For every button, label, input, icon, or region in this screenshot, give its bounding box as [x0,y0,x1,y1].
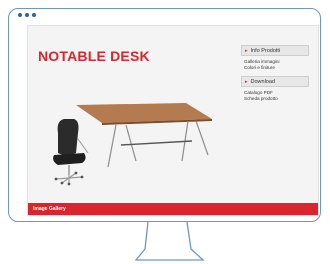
chair-seat [53,153,86,165]
chair-arm [77,138,89,154]
chair-caster [67,182,71,186]
sidebar-section-info: ▸ Info Prodotti Galleria immagini Colori … [241,45,309,71]
gallery-thumbnail[interactable] [68,217,72,220]
gallery-thumbnail[interactable] [77,217,81,220]
stand-neck [134,221,205,261]
chair-caster [74,171,78,175]
page-title: NOTABLE DESK [38,48,150,64]
window-close-dot[interactable] [18,13,22,17]
window-maximize-dot[interactable] [32,13,36,17]
chair-caster [60,181,64,185]
sidebar-section-download: ▸ Download Catalogo PDF Scheda prodotto [241,76,309,102]
window-titlebar [9,9,320,23]
gallery-thumbnail[interactable] [82,217,85,220]
table-leg [125,124,137,162]
chair-caster [80,175,84,179]
gallery-thumbnail[interactable] [73,217,76,220]
sidebar-heading-label: Download [250,79,275,85]
gallery-label: Image Gallery [33,206,66,212]
table-beam [120,140,193,146]
sidebar-link-datasheet[interactable]: Scheda prodotto [241,96,309,102]
sidebar-heading-info[interactable]: ▸ Info Prodotti [241,45,309,56]
sidebar-heading-download[interactable]: ▸ Download [241,76,309,87]
chair-back [57,119,79,155]
sidebar-heading-label: Info Prodotti [250,48,281,54]
chair-caster [54,177,58,181]
arrow-right-icon: ▸ [245,48,248,54]
image-gallery-bar: Image Gallery [28,203,318,220]
gallery-thumbnails [64,207,96,225]
sidebar-link-finishes[interactable]: Colori e finiture [241,65,309,71]
table-leg [107,124,117,168]
arrow-right-icon: ▸ [245,79,248,85]
table-leg [195,120,209,156]
website-screen: NOTABLE DESK ▸ Info Prodotti Galleria im… [27,25,319,220]
gallery-thumbnail[interactable] [86,217,90,220]
gallery-thumbnail[interactable] [91,217,94,220]
product-image [53,103,212,186]
sidebar: ▸ Info Prodotti Galleria immagini Colori … [241,45,309,107]
monitor-frame: NOTABLE DESK ▸ Info Prodotti Galleria im… [8,8,321,222]
gallery-thumbnail[interactable] [64,217,67,220]
window-minimize-dot[interactable] [25,13,29,17]
